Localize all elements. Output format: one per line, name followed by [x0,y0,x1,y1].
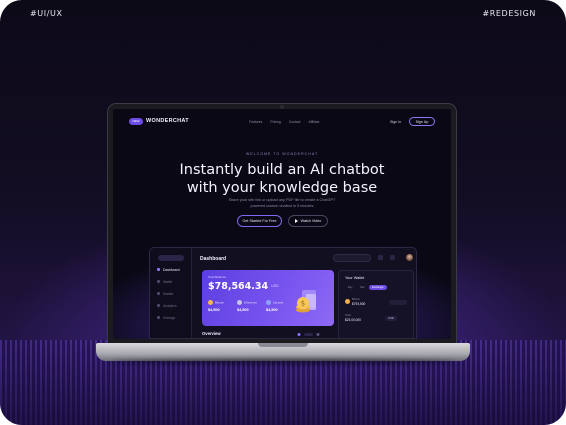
settings-icon[interactable] [390,255,395,260]
wallet-title: Your Wallet [345,276,365,280]
wallet-icon [157,280,160,283]
sign-up-button[interactable]: Sign Up [409,117,435,126]
overview-heading: Overview [202,331,221,336]
sidebar-item-wallet[interactable]: Wallet [157,280,172,284]
wallet-row-value: $793,500 [352,302,366,306]
hero-heading: Instantly build an AI chatbot with your … [113,161,451,197]
dashboard-preview: Dashboard Wallet Market Analytics Settin… [149,247,417,339]
nav-link-pricing[interactable]: Pricing [270,120,280,124]
coin-litecoin: Litecoin [266,300,283,305]
tag-ui-ux: #UI/UX [30,9,63,18]
balance-currency: USD [271,284,279,288]
coin-name: Ethereum [244,300,258,305]
balance-amount: $78,564.34 [208,281,269,292]
laptop-screen: NEW WONDERCHAT Features Pricing Contact … [113,109,451,339]
litecoin-icon [266,300,271,305]
coin-litecoin-value: $4,500 [266,308,278,312]
coin-name: Litecoin [273,300,284,305]
coin-bitcoin-value: $4,500 [208,308,220,312]
coin-ethereum: Ethereum [237,300,257,305]
sidebar-item-dashboard[interactable]: Dashboard [157,268,180,272]
balance-label: Total Balance [208,275,227,279]
ethereum-icon [237,300,242,305]
get-started-button[interactable]: Get Started For Free [237,215,282,227]
tab-sell[interactable]: Sell [357,285,367,290]
nav-link-contact[interactable]: Contact [289,120,301,124]
sidebar-item-label: Market [163,292,174,296]
tab-buy[interactable]: Buy [345,285,355,290]
overview-legend [297,333,320,336]
tag-redesign: #REDESIGN [482,9,536,18]
sidebar-item-label: Analytics [163,304,177,308]
wallet-row-label: Bitcoin [352,298,360,301]
sidebar-item-settings[interactable]: Settings [157,316,175,320]
wallet-row-value: $23,00,000 [345,318,361,322]
dashboard-logo [158,255,184,261]
chart-icon [157,292,160,295]
logo-badge: NEW [129,118,143,125]
play-icon [294,218,298,223]
coin-bitcoin: Bitcoin [208,300,224,305]
laptop-notch [258,343,308,347]
grid-icon [157,268,160,271]
hero-line-2: with your knowledge base [186,180,378,196]
bell-icon[interactable] [378,255,383,260]
laptop-lid: NEW WONDERCHAT Features Pricing Contact … [108,104,456,344]
wallet-panel: Your Wallet Buy Sell Exchange Bitcoin $7… [338,270,414,338]
sidebar-item-label: Dashboard [163,268,180,272]
welcome-eyebrow: WELCOME TO WONDERCHAT [245,152,319,156]
wallet-amount-field[interactable] [389,300,407,305]
mockup-frame: #UI/UX #REDESIGN NEW WONDERCHAT Features… [0,0,566,425]
avatar[interactable] [406,254,413,261]
laptop-shadow [110,359,456,365]
watch-video-button[interactable]: Watch Video [288,215,328,227]
coin-ethereum-value: $4,500 [237,308,249,312]
bitcoin-icon [208,300,213,305]
sidebar-item-market[interactable]: Market [157,292,173,296]
gear-icon [157,316,160,319]
tab-exchange[interactable]: Exchange [369,285,387,290]
sign-in-link[interactable]: Sign In [390,120,401,124]
hero-subtitle: Share your site link or upload any PDF f… [228,198,336,208]
analytics-icon [157,304,160,307]
dashboard-search-input[interactable] [333,254,371,262]
bitcoin-icon [345,299,350,304]
balance-card: Total Balance $78,564.34 USD Bitcoin $4,… [202,270,334,326]
hero-line-1: Instantly build an AI chatbot [179,162,385,178]
coin-name: Bitcoin [215,300,225,305]
watch-video-label: Watch Video [300,219,322,223]
nav-link-affiliate[interactable]: Affiliate [308,120,319,124]
site-navbar: NEW WONDERCHAT Features Pricing Contact … [113,109,451,131]
svg-text:$: $ [301,300,305,308]
dashboard-title: Dashboard [200,256,227,262]
wallet-row-label: Total [345,314,351,317]
sidebar-item-label: Wallet [163,280,173,284]
nav-link-features[interactable]: Features [249,120,262,124]
currency-select[interactable]: USD [385,316,397,321]
site-logo[interactable]: WONDERCHAT [146,118,189,124]
coin-stack-illustration: $ [296,290,316,313]
dashboard-sidebar: Dashboard Wallet Market Analytics Settin… [150,248,192,338]
nav-links: Features Pricing Contact Affiliate [249,120,320,124]
sidebar-item-label: Settings [163,316,176,320]
sidebar-item-analytics[interactable]: Analytics [157,304,177,308]
